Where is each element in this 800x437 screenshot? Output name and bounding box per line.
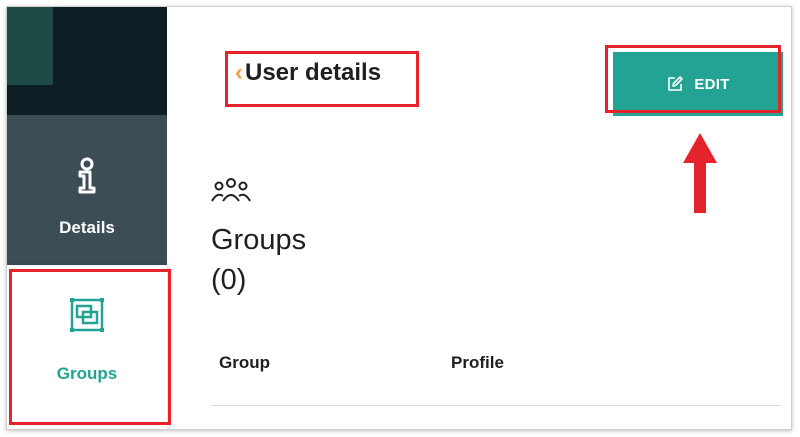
- sidebar-item-details[interactable]: Details: [7, 115, 167, 265]
- app-frame: Details Groups ‹ User details EDIT Group…: [6, 6, 792, 430]
- edit-button[interactable]: EDIT: [613, 52, 783, 116]
- column-header-profile: Profile: [451, 353, 504, 372]
- chevron-left-icon: ‹: [235, 59, 243, 86]
- pencil-edit-icon: [666, 75, 684, 93]
- brand-block: [7, 7, 53, 85]
- table-divider: [211, 405, 781, 406]
- groups-title: Groups: [211, 224, 307, 256]
- red-arrow-annotation: [683, 133, 717, 213]
- sidebar-header: [7, 7, 167, 85]
- sidebar-item-groups[interactable]: Groups: [7, 265, 167, 429]
- sidebar-item-label: Groups: [56, 364, 118, 383]
- sidebar: Details Groups: [7, 7, 167, 429]
- back-link[interactable]: ‹ User details: [235, 59, 381, 87]
- groups-icon: [69, 297, 105, 338]
- column-header-group: Group: [219, 353, 270, 372]
- sidebar-item-label: Details: [59, 217, 115, 237]
- groups-section: Groups (0): [211, 177, 306, 298]
- edit-button-label: EDIT: [694, 75, 730, 93]
- info-icon: [74, 157, 100, 200]
- people-icon: [211, 178, 251, 209]
- back-link-label: User details: [245, 59, 382, 86]
- sidebar-band: [7, 85, 167, 115]
- groups-count: (0): [211, 264, 247, 296]
